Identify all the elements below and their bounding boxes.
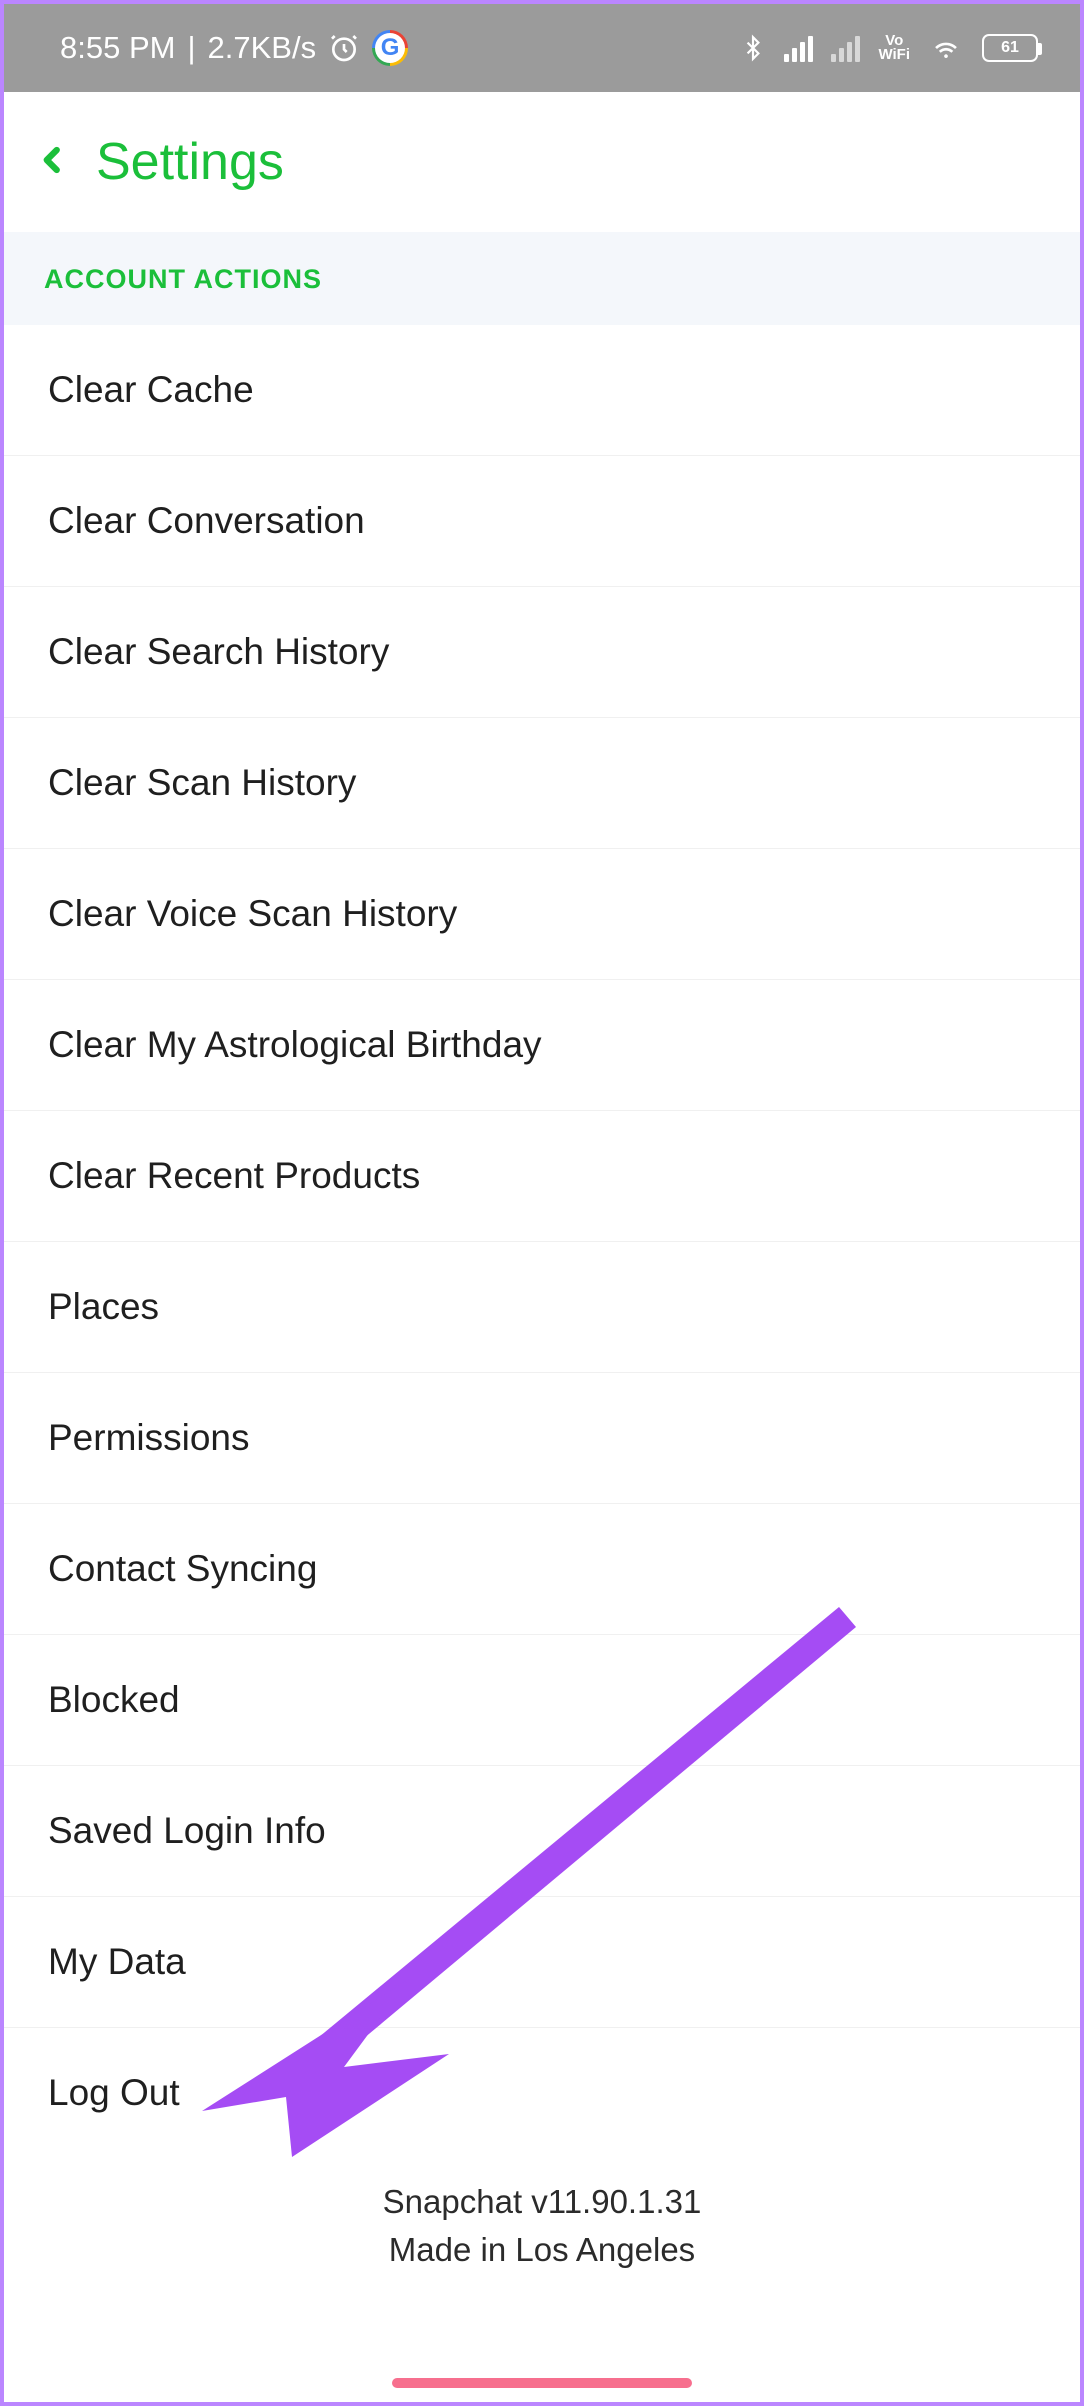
item-label: Clear Conversation bbox=[48, 500, 365, 541]
item-label: Clear Voice Scan History bbox=[48, 893, 457, 934]
item-permissions[interactable]: Permissions bbox=[4, 1373, 1080, 1504]
status-right: Vo WiFi 61 bbox=[740, 32, 1038, 64]
item-label: Permissions bbox=[48, 1417, 250, 1458]
item-log-out[interactable]: Log Out bbox=[4, 2028, 1080, 2174]
item-label: My Data bbox=[48, 1941, 186, 1982]
item-clear-cache[interactable]: Clear Cache bbox=[4, 325, 1080, 456]
item-label: Clear My Astrological Birthday bbox=[48, 1024, 542, 1065]
item-label: Blocked bbox=[48, 1679, 180, 1720]
item-label: Contact Syncing bbox=[48, 1548, 317, 1589]
item-label: Clear Cache bbox=[48, 369, 254, 410]
bluetooth-icon bbox=[740, 32, 766, 64]
home-indicator bbox=[392, 2378, 692, 2388]
item-clear-voice-scan-history[interactable]: Clear Voice Scan History bbox=[4, 849, 1080, 980]
item-label: Places bbox=[48, 1286, 159, 1327]
back-button[interactable] bbox=[38, 138, 68, 187]
vowifi-bottom: WiFi bbox=[878, 48, 910, 62]
item-saved-login-info[interactable]: Saved Login Info bbox=[4, 1766, 1080, 1897]
settings-list: Clear Cache Clear Conversation Clear Sea… bbox=[4, 325, 1080, 2174]
battery-indicator: 61 bbox=[982, 34, 1038, 62]
item-clear-conversation[interactable]: Clear Conversation bbox=[4, 456, 1080, 587]
item-clear-scan-history[interactable]: Clear Scan History bbox=[4, 718, 1080, 849]
item-label: Clear Scan History bbox=[48, 762, 356, 803]
item-label: Clear Search History bbox=[48, 631, 389, 672]
item-contact-syncing[interactable]: Contact Syncing bbox=[4, 1504, 1080, 1635]
item-clear-astrological-birthday[interactable]: Clear My Astrological Birthday bbox=[4, 980, 1080, 1111]
footer-version: Snapchat v11.90.1.31 bbox=[4, 2178, 1080, 2226]
page-title: Settings bbox=[96, 132, 284, 192]
status-sep: | bbox=[187, 30, 195, 66]
signal-bars-1 bbox=[784, 34, 813, 62]
item-clear-search-history[interactable]: Clear Search History bbox=[4, 587, 1080, 718]
google-icon bbox=[372, 30, 408, 66]
item-label: Log Out bbox=[48, 2072, 180, 2113]
item-label: Saved Login Info bbox=[48, 1810, 326, 1851]
battery-level: 61 bbox=[1001, 39, 1019, 57]
status-net-speed: 2.7KB/s bbox=[208, 30, 317, 66]
alarm-icon bbox=[328, 32, 360, 64]
status-left: 8:55 PM | 2.7KB/s bbox=[60, 30, 408, 66]
wifi-icon bbox=[928, 33, 964, 63]
app-footer: Snapchat v11.90.1.31 Made in Los Angeles bbox=[4, 2174, 1080, 2346]
footer-location: Made in Los Angeles bbox=[4, 2226, 1080, 2274]
item-my-data[interactable]: My Data bbox=[4, 1897, 1080, 2028]
status-bar: 8:55 PM | 2.7KB/s Vo WiFi 61 bbox=[4, 4, 1080, 92]
signal-bars-2 bbox=[831, 34, 860, 62]
item-blocked[interactable]: Blocked bbox=[4, 1635, 1080, 1766]
section-header-account-actions: ACCOUNT ACTIONS bbox=[4, 232, 1080, 325]
item-places[interactable]: Places bbox=[4, 1242, 1080, 1373]
item-clear-recent-products[interactable]: Clear Recent Products bbox=[4, 1111, 1080, 1242]
app-header: Settings bbox=[4, 92, 1080, 232]
vowifi-indicator: Vo WiFi bbox=[878, 34, 910, 62]
status-time: 8:55 PM bbox=[60, 30, 175, 66]
item-label: Clear Recent Products bbox=[48, 1155, 420, 1196]
